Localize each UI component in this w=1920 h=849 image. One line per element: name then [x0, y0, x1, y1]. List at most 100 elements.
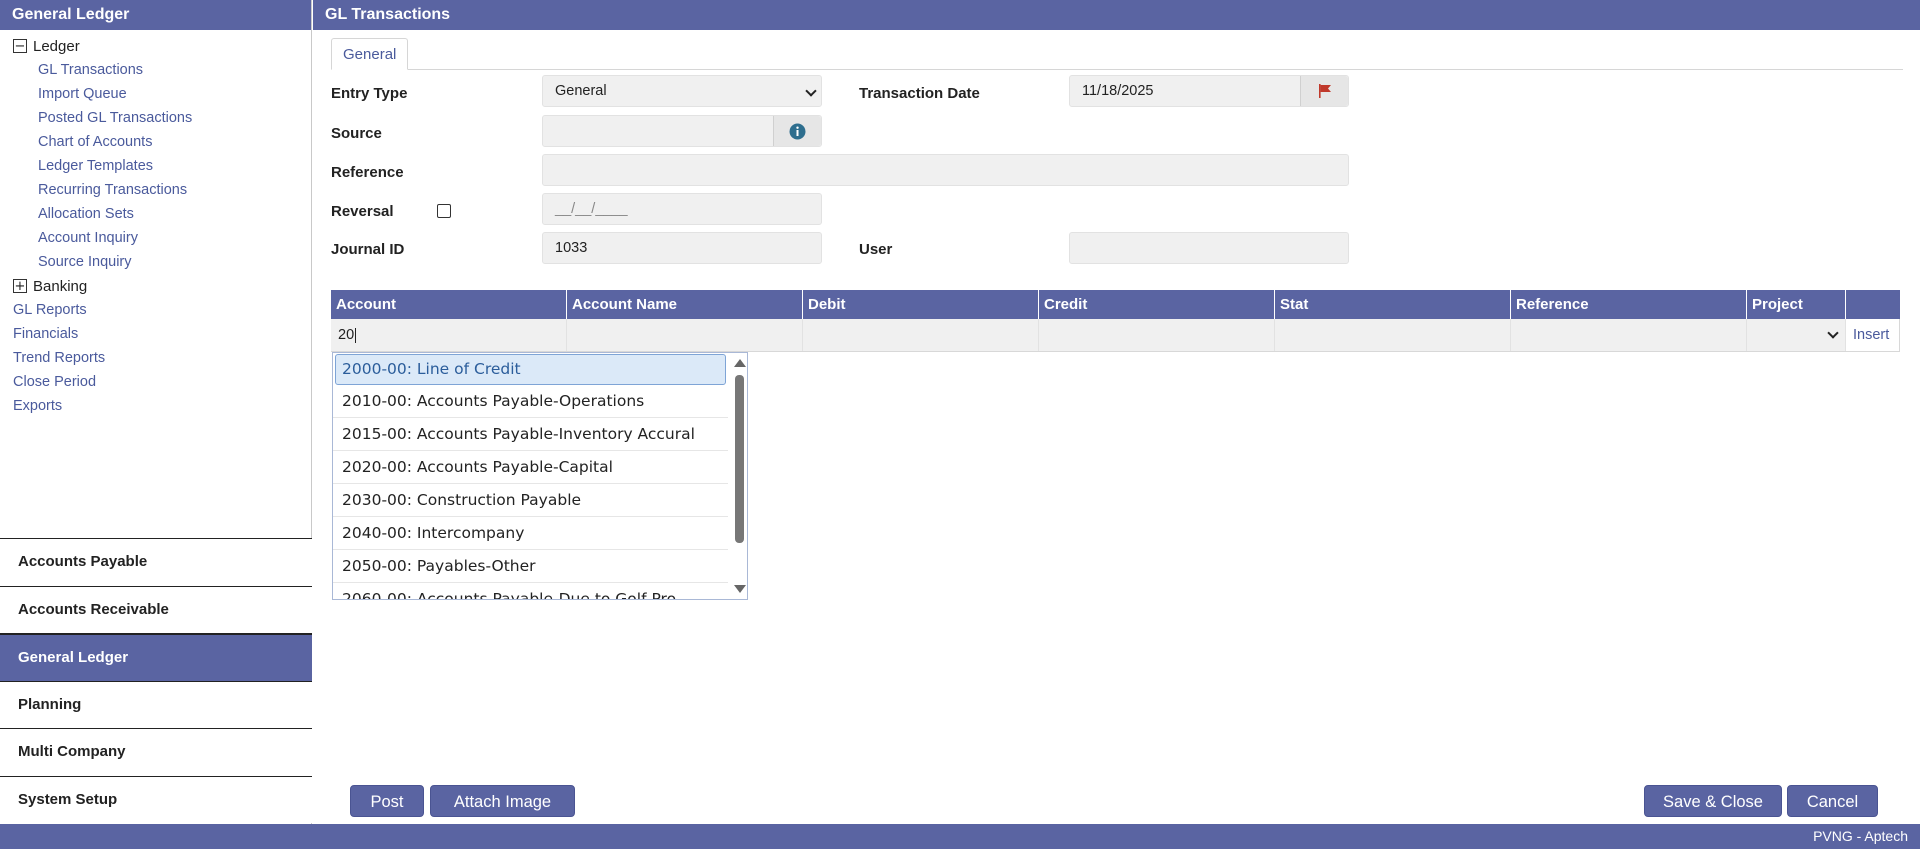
tree-node-ledger[interactable]: − Ledger — [0, 34, 311, 58]
column-header-reference[interactable]: Reference — [1511, 290, 1747, 319]
transaction-date-field[interactable]: 11/18/2025 — [1069, 75, 1349, 107]
user-label: User — [859, 241, 893, 258]
expand-icon[interactable]: + — [13, 279, 27, 293]
text-cursor — [355, 327, 357, 343]
scroll-up-icon[interactable] — [734, 359, 746, 367]
user-field — [1069, 232, 1349, 264]
journal-id-field: 1033 — [542, 232, 822, 264]
table-row: 20 Insert — [331, 319, 1900, 352]
nav-link-account-inquiry[interactable]: Account Inquiry — [0, 226, 311, 250]
module-multi-company[interactable]: Multi Company — [0, 728, 312, 776]
tree-node-banking[interactable]: + Banking — [0, 274, 311, 298]
entry-type-value: General — [555, 83, 607, 99]
reference-field[interactable] — [542, 154, 1349, 186]
flag-icon — [1318, 84, 1331, 98]
scroll-down-icon[interactable] — [734, 585, 746, 593]
column-header-credit[interactable]: Credit — [1039, 290, 1275, 319]
account-autocomplete-list: 2000-00: Line of Credit 2010-00: Account… — [332, 352, 748, 600]
journal-id-value: 1033 — [555, 240, 588, 256]
module-general-ledger[interactable]: General Ledger — [0, 633, 312, 681]
flag-button[interactable] — [1300, 76, 1348, 106]
reversal-date-field[interactable]: __/__/____ — [542, 193, 822, 225]
module-list: Accounts Payable Accounts Receivable Gen… — [0, 538, 312, 823]
attach-image-button[interactable]: Attach Image — [430, 785, 575, 817]
project-select[interactable] — [1747, 319, 1846, 351]
transaction-date-label: Transaction Date — [859, 85, 980, 102]
column-header-project[interactable]: Project — [1747, 290, 1846, 319]
account-input-value: 20 — [338, 327, 355, 343]
nav-link-financials[interactable]: Financials — [0, 322, 311, 346]
nav-link-recurring-transactions[interactable]: Recurring Transactions — [0, 178, 311, 202]
module-planning[interactable]: Planning — [0, 680, 312, 728]
account-name-cell[interactable] — [567, 319, 803, 351]
nav-link-close-period[interactable]: Close Period — [0, 370, 311, 394]
grid-header: Account Account Name Debit Credit Stat R… — [331, 290, 1900, 319]
nav-link-posted-gl-transactions[interactable]: Posted GL Transactions — [0, 106, 311, 130]
module-accounts-receivable[interactable]: Accounts Receivable — [0, 585, 312, 633]
debit-cell[interactable] — [803, 319, 1039, 351]
insert-cell: Insert — [1846, 319, 1900, 351]
nav-link-import-queue[interactable]: Import Queue — [0, 82, 311, 106]
save-close-button[interactable]: Save & Close — [1644, 785, 1782, 817]
source-lookup-button[interactable] — [773, 116, 821, 146]
info-icon — [789, 123, 806, 139]
cancel-button[interactable]: Cancel — [1787, 785, 1878, 817]
transactions-grid: Account Account Name Debit Credit Stat R… — [331, 290, 1900, 352]
source-label: Source — [331, 125, 382, 142]
tab-general[interactable]: General — [331, 38, 409, 70]
chevron-down-icon — [1827, 327, 1839, 339]
nav-link-chart-of-accounts[interactable]: Chart of Accounts — [0, 130, 311, 154]
transaction-date-value: 11/18/2025 — [1082, 83, 1154, 99]
post-button[interactable]: Post — [350, 785, 424, 817]
nav-link-gl-transactions[interactable]: GL Transactions — [0, 58, 311, 82]
list-item[interactable]: 2040-00: Intercompany — [333, 517, 728, 550]
credit-cell[interactable] — [1039, 319, 1275, 351]
scrollbar[interactable] — [731, 353, 747, 599]
entry-type-select[interactable]: General — [542, 75, 822, 107]
module-system-setup[interactable]: System Setup — [0, 775, 312, 823]
list-item[interactable]: 2060-00: Accounts Payable-Due to Golf Pr… — [333, 583, 728, 599]
reference-cell[interactable] — [1511, 319, 1747, 351]
sidebar-title: General Ledger — [0, 0, 311, 30]
page-title: GL Transactions — [313, 0, 1920, 30]
reference-label: Reference — [331, 164, 404, 181]
status-bar: PVNG - Aptech — [0, 824, 1920, 849]
nav-link-trend-reports[interactable]: Trend Reports — [0, 346, 311, 370]
journal-id-label: Journal ID — [331, 241, 405, 258]
list-item[interactable]: 2015-00: Accounts Payable-Inventory Accu… — [333, 418, 728, 451]
tree-node-label: Banking — [33, 277, 88, 295]
column-header-account[interactable]: Account — [331, 290, 567, 319]
nav-tree: − Ledger GL Transactions Import Queue Po… — [0, 30, 311, 418]
collapse-icon[interactable]: − — [13, 39, 27, 53]
module-accounts-payable[interactable]: Accounts Payable — [0, 538, 312, 586]
list-item[interactable]: 2000-00: Line of Credit — [335, 354, 726, 385]
reversal-date-placeholder: __/__/____ — [555, 201, 628, 217]
account-input[interactable]: 20 — [331, 319, 567, 351]
column-header-actions — [1846, 290, 1900, 319]
app-window: General Ledger − Ledger GL Transactions … — [0, 0, 1920, 849]
nav-link-source-inquiry[interactable]: Source Inquiry — [0, 250, 311, 274]
list-item[interactable]: 2010-00: Accounts Payable-Operations — [333, 385, 728, 418]
stat-cell[interactable] — [1275, 319, 1511, 351]
reversal-checkbox[interactable] — [437, 204, 451, 218]
main-panel: GL Transactions General Entry Type Gener… — [313, 0, 1920, 824]
nav-link-allocation-sets[interactable]: Allocation Sets — [0, 202, 311, 226]
list-item[interactable]: 2030-00: Construction Payable — [333, 484, 728, 517]
column-header-account-name[interactable]: Account Name — [567, 290, 803, 319]
reversal-label: Reversal — [331, 203, 394, 220]
entry-type-label: Entry Type — [331, 85, 408, 102]
list-item[interactable]: 2050-00: Payables-Other — [333, 550, 728, 583]
list-item[interactable]: 2020-00: Accounts Payable-Capital — [333, 451, 728, 484]
footer-text: PVNG - Aptech — [1813, 828, 1908, 844]
source-field[interactable] — [542, 115, 822, 147]
insert-link[interactable]: Insert — [1853, 327, 1889, 343]
column-header-debit[interactable]: Debit — [803, 290, 1039, 319]
scroll-thumb[interactable] — [735, 375, 744, 543]
tree-node-label: Ledger — [33, 37, 80, 55]
nav-link-ledger-templates[interactable]: Ledger Templates — [0, 154, 311, 178]
chevron-down-icon — [805, 85, 817, 97]
nav-link-exports[interactable]: Exports — [0, 394, 311, 418]
column-header-stat[interactable]: Stat — [1275, 290, 1511, 319]
nav-link-gl-reports[interactable]: GL Reports — [0, 298, 311, 322]
sidebar: General Ledger − Ledger GL Transactions … — [0, 0, 312, 824]
